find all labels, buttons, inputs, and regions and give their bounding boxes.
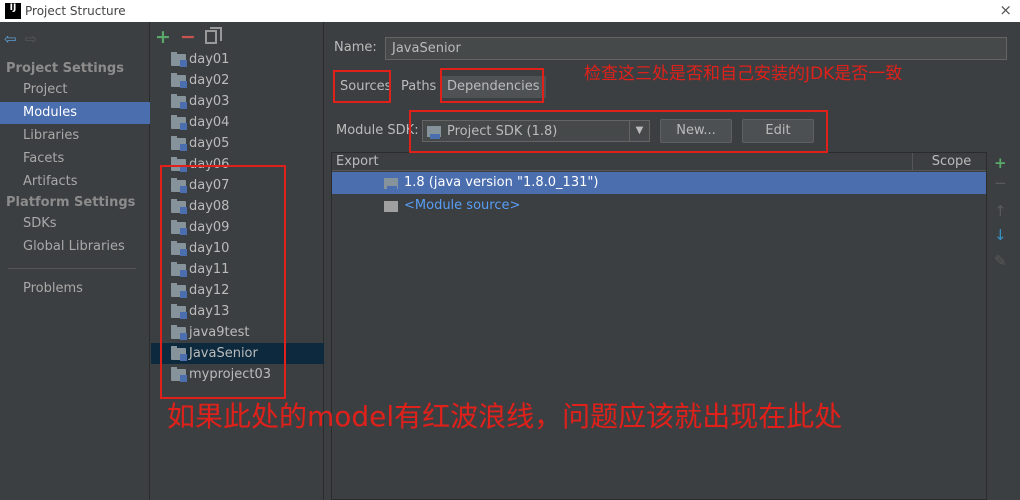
module-toolbar: + − [155, 26, 222, 48]
add-module-icon[interactable]: + [155, 26, 171, 48]
nav-divider [8, 268, 136, 269]
module-item-label: day03 [189, 94, 230, 109]
move-up-icon[interactable]: ↑ [994, 202, 1007, 220]
nav-item-artifacts[interactable]: Artifacts [0, 171, 150, 193]
window-title: Project Structure [25, 4, 126, 18]
module-item-label: day02 [189, 73, 230, 88]
add-dependency-icon[interactable]: + [994, 154, 1007, 172]
sdk-folder-icon [384, 177, 398, 191]
remove-dependency-icon[interactable]: − [994, 174, 1007, 192]
nav-item-problems[interactable]: Problems [0, 278, 150, 300]
nav-arrows: ⇦ ⇨ [4, 30, 37, 48]
folder-icon [384, 200, 398, 212]
dependency-jdk: 1.8 (java version "1.8.0_131") [404, 175, 599, 190]
dependencies-table: Export Scope 1.8 (java version "1.8.0_13… [331, 152, 987, 500]
module-item-label: day05 [189, 136, 230, 151]
remove-module-icon[interactable]: − [180, 26, 196, 48]
module-folder-icon [171, 93, 187, 109]
name-label: Name: [334, 40, 377, 55]
tab-paths[interactable]: Paths [395, 76, 442, 98]
dependency-module-source: <Module source> [404, 198, 521, 213]
nav-item-sdks[interactable]: SDKs [0, 213, 150, 235]
module-item-day05[interactable]: day05 [151, 133, 324, 154]
column-export[interactable]: Export [332, 153, 379, 171]
annotation-box-dependencies [440, 68, 544, 103]
module-item-label: day01 [189, 52, 230, 67]
annotation-text-top: 检查这三处是否和自己安装的JDK是否一致 [584, 64, 903, 84]
module-item-day03[interactable]: day03 [151, 91, 324, 112]
table-header: Export Scope [332, 153, 986, 171]
dependency-toolbar: + − ↑ ↓ ✎ [989, 152, 1014, 500]
module-folder-icon [171, 51, 187, 67]
nav-item-project[interactable]: Project [0, 79, 150, 101]
annotation-box-module-sdk [409, 110, 828, 153]
table-row[interactable]: 1.8 (java version "1.8.0_131") [332, 172, 986, 194]
forward-arrow-icon[interactable]: ⇨ [25, 30, 38, 48]
nav-item-modules[interactable]: Modules [0, 102, 150, 124]
table-row[interactable]: <Module source> [332, 195, 986, 217]
close-icon[interactable]: × [999, 1, 1012, 19]
module-sdk-label: Module SDK: [336, 123, 419, 138]
intellij-app-icon: IJ [5, 3, 21, 19]
back-arrow-icon[interactable]: ⇦ [4, 30, 17, 48]
title-bar: IJ Project Structure × [0, 0, 1020, 22]
annotation-box-module-list [160, 165, 286, 399]
module-folder-icon [171, 135, 187, 151]
module-folder-icon [171, 72, 187, 88]
nav-item-global-libraries[interactable]: Global Libraries [0, 236, 150, 258]
edit-pencil-icon[interactable]: ✎ [994, 252, 1007, 270]
nav-item-facets[interactable]: Facets [0, 148, 150, 170]
platform-settings-header: Platform Settings [6, 195, 136, 210]
annotation-text-bottom: 如果此处的model有红波浪线，问题应该就出现在此处 [167, 400, 843, 433]
module-item-day01[interactable]: day01 [151, 49, 324, 70]
nav-item-libraries[interactable]: Libraries [0, 125, 150, 147]
module-item-label: day04 [189, 115, 230, 130]
module-name-field[interactable]: JavaSenior [385, 37, 1007, 60]
move-down-icon[interactable]: ↓ [994, 226, 1007, 244]
annotation-box-sources [333, 70, 391, 103]
copy-module-icon[interactable] [204, 27, 222, 44]
project-settings-header: Project Settings [6, 61, 124, 76]
module-folder-icon [171, 114, 187, 130]
module-item-day02[interactable]: day02 [151, 70, 324, 91]
module-item-day04[interactable]: day04 [151, 112, 324, 133]
column-scope[interactable]: Scope [912, 153, 986, 171]
settings-nav: ⇦ ⇨ Project Settings Project Modules Lib… [0, 22, 150, 500]
